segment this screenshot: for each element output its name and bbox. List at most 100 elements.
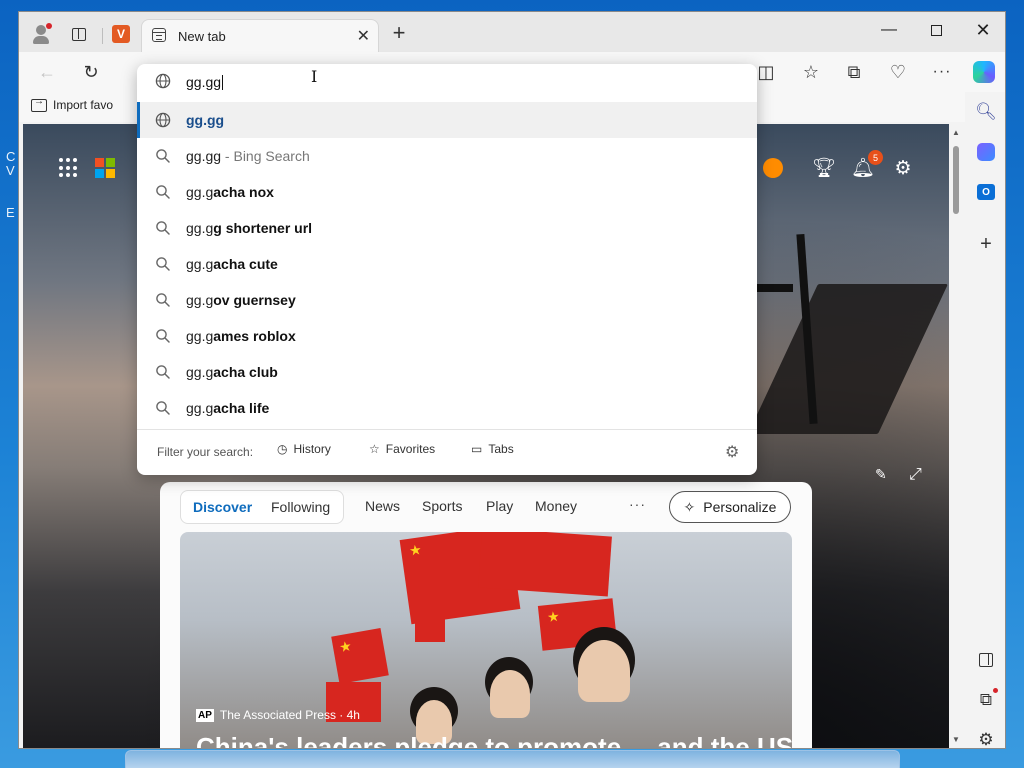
back-icon[interactable]: ← bbox=[35, 60, 59, 84]
search-icon bbox=[155, 256, 171, 272]
filter-favorites-button[interactable]: ☆ Favorites bbox=[369, 442, 435, 456]
news-feed: Discover Following News Sports Play Mone… bbox=[160, 482, 812, 748]
notification-badge: 5 bbox=[868, 150, 883, 165]
page-scrollbar[interactable]: ▲ ▼ bbox=[949, 124, 963, 748]
new-tab-button[interactable]: + bbox=[387, 22, 411, 46]
refresh-icon[interactable]: ↻ bbox=[79, 60, 103, 84]
import-favorites-button[interactable]: Import favo bbox=[31, 96, 114, 112]
add-sidebar-app-icon[interactable]: + bbox=[974, 232, 998, 256]
suggestion-item[interactable]: gg.games roblox bbox=[137, 318, 757, 354]
search-icon bbox=[155, 292, 171, 308]
tab-following[interactable]: Following bbox=[271, 499, 330, 515]
history-icon: ◷ bbox=[277, 442, 288, 456]
copilot-sidebar-icon[interactable] bbox=[974, 140, 998, 164]
tab-close-icon[interactable]: ✕ bbox=[357, 26, 370, 46]
filter-history-button[interactable]: ◷ History bbox=[277, 442, 331, 456]
news-source: AP The Associated Press · 4h bbox=[196, 708, 360, 722]
tab-actions-icon[interactable] bbox=[67, 22, 91, 46]
tab-news[interactable]: News bbox=[365, 498, 400, 514]
tab-title: New tab bbox=[178, 29, 226, 44]
suggestion-item[interactable]: gg.gacha life bbox=[137, 390, 757, 426]
collections-icon[interactable]: ⧉ bbox=[842, 60, 866, 84]
personalize-label: Personalize bbox=[703, 499, 777, 515]
star-icon: ☆ bbox=[369, 442, 380, 456]
address-input[interactable]: gg.gg bbox=[137, 64, 757, 98]
tab-sports[interactable]: Sports bbox=[422, 498, 462, 514]
pinned-tab-icon[interactable]: V bbox=[109, 22, 133, 46]
search-icon bbox=[155, 220, 171, 236]
minimize-button[interactable]: — bbox=[869, 16, 909, 44]
filter-label: Filter your search: bbox=[157, 445, 254, 459]
flag-image bbox=[415, 592, 445, 642]
split-screen-icon[interactable]: ◫ bbox=[754, 60, 778, 84]
suggestion-completion-text: acha cute bbox=[213, 256, 278, 272]
flag-image: ★ bbox=[331, 628, 389, 684]
feed-more-button[interactable]: ··· bbox=[629, 496, 646, 512]
filter-history-label: History bbox=[293, 442, 331, 456]
import-favorites-label: Import favo bbox=[53, 98, 114, 112]
maximize-button[interactable] bbox=[916, 16, 956, 44]
external-link-icon[interactable]: ⧉ bbox=[974, 688, 998, 712]
titlebar-divider bbox=[102, 28, 103, 44]
edit-background-icon[interactable]: ✎ bbox=[875, 466, 887, 483]
search-icon bbox=[155, 400, 171, 416]
suggestion-match-text: gg.gg bbox=[186, 112, 225, 128]
suggestion-label: gg.gov guernsey bbox=[186, 292, 296, 308]
filter-tabs-button[interactable]: ▭ Tabs bbox=[471, 442, 514, 456]
hide-sidebar-icon[interactable] bbox=[974, 648, 998, 672]
app-launcher-icon[interactable] bbox=[59, 158, 79, 178]
filter-row: Filter your search: ◷ History ☆ Favorite… bbox=[137, 430, 757, 475]
filter-tabs-label: Tabs bbox=[488, 442, 514, 456]
suggestion-item[interactable]: gg.gacha nox bbox=[137, 174, 757, 210]
globe-icon bbox=[155, 112, 171, 128]
profile-icon[interactable] bbox=[29, 22, 53, 46]
edge-sidebar: 🔍︎ O + ⧉ ⚙ bbox=[965, 92, 1005, 748]
suggestion-label: gg.gg - Bing Search bbox=[186, 148, 310, 164]
background-pier bbox=[748, 284, 948, 434]
suggestion-label: gg.gacha nox bbox=[186, 184, 274, 200]
search-icon bbox=[155, 364, 171, 380]
news-card-image[interactable]: ★ ★ ★ AP The Associated Press · 4h China… bbox=[180, 532, 792, 748]
tab-play[interactable]: Play bbox=[486, 498, 513, 514]
sidebar-settings-icon[interactable]: ⚙ bbox=[974, 728, 998, 748]
tab-money[interactable]: Money bbox=[535, 498, 577, 514]
suggestion-label: gg.gacha club bbox=[186, 364, 278, 380]
copilot-icon[interactable] bbox=[972, 60, 996, 84]
suggestion-match-text: gg.g bbox=[186, 400, 214, 416]
suggestion-match-text: gg.g bbox=[186, 184, 214, 200]
suggestion-label: gg.gg bbox=[186, 112, 224, 128]
scroll-up-icon[interactable]: ▲ bbox=[952, 128, 960, 137]
close-window-button[interactable]: ✕ bbox=[963, 16, 1003, 44]
suggestion-item[interactable]: gg.gg - Bing Search bbox=[137, 138, 757, 174]
favorites-icon[interactable]: ☆ bbox=[799, 60, 823, 84]
page-settings-icon[interactable]: ⚙ bbox=[891, 156, 915, 180]
suggestion-completion-text: g shortener url bbox=[213, 220, 313, 236]
notifications-bell-icon[interactable]: 🔔︎ 5 bbox=[851, 150, 883, 180]
more-menu-icon[interactable]: ··· bbox=[930, 60, 954, 84]
browser-essentials-icon[interactable]: ♡ bbox=[886, 60, 910, 84]
tab-new-tab[interactable]: New tab ✕ bbox=[141, 19, 379, 52]
news-headline[interactable]: China's leaders pledge to promote ... an… bbox=[196, 732, 792, 748]
expand-icon[interactable]: ⤢ bbox=[909, 466, 922, 484]
search-icon bbox=[155, 184, 171, 200]
personalize-button[interactable]: ✧ Personalize bbox=[669, 491, 791, 523]
text-cursor-icon: I bbox=[311, 67, 318, 86]
scrollbar-thumb[interactable] bbox=[953, 146, 959, 214]
suggestion-item[interactable]: gg.gg shortener url bbox=[137, 210, 757, 246]
suggestion-item[interactable]: gg.gacha club bbox=[137, 354, 757, 390]
tab-discover[interactable]: Discover bbox=[193, 499, 252, 515]
microsoft-logo-icon[interactable] bbox=[95, 158, 115, 178]
suggestion-item[interactable]: gg.gg bbox=[137, 102, 757, 138]
search-settings-icon[interactable]: ⚙ bbox=[725, 442, 739, 462]
outlook-icon[interactable]: O bbox=[974, 180, 998, 204]
suggestion-label: gg.gacha cute bbox=[186, 256, 278, 272]
trophy-icon[interactable]: 🏆︎ bbox=[812, 156, 836, 180]
scroll-down-icon[interactable]: ▼ bbox=[952, 735, 960, 744]
search-icon[interactable]: 🔍︎ bbox=[974, 100, 998, 124]
suggestion-match-text: gg.g bbox=[186, 220, 214, 236]
suggestion-item[interactable]: gg.gov guernsey bbox=[137, 282, 757, 318]
suggestion-match-text: gg.g bbox=[186, 256, 214, 272]
suggestion-item[interactable]: gg.gacha cute bbox=[137, 246, 757, 282]
rewards-icon[interactable] bbox=[761, 156, 785, 180]
suggestion-match-text: gg.g bbox=[186, 292, 214, 308]
